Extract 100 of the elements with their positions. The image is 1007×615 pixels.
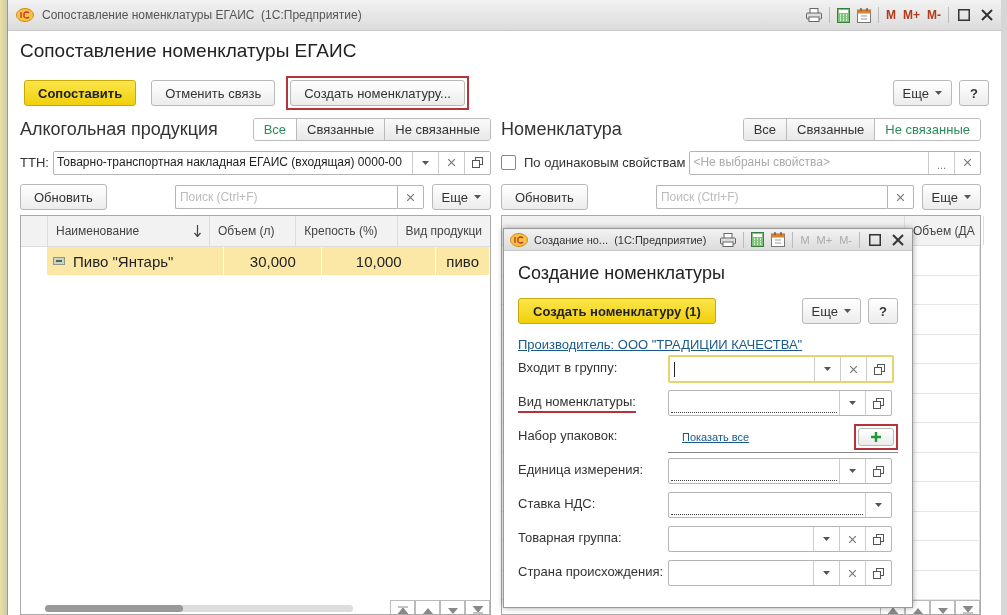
close-icon [849, 535, 856, 543]
create-button[interactable]: Создать номенклатуру (1) [518, 298, 716, 324]
caret-icon [844, 309, 851, 313]
choose-button[interactable]: ... [928, 151, 954, 174]
help-button[interactable]: ? [868, 298, 898, 324]
nav-button[interactable] [440, 600, 465, 614]
producer-link[interactable]: Производитель: ООО "ТРАДИЦИИ КАЧЕСТВА" [518, 337, 898, 352]
table-cell: 10,000 [355, 252, 402, 270]
app-logo-icon [510, 232, 528, 247]
window-title: Создание но... (1С:Предприятие) [534, 233, 707, 246]
calendar-icon [857, 7, 871, 23]
caret-icon [823, 537, 830, 541]
more-button[interactable]: Еще [431, 184, 491, 210]
field-label: Страна происхождения: [518, 563, 664, 581]
memory-button[interactable]: M+ [903, 8, 920, 22]
windows-icon [874, 363, 885, 375]
nav-button[interactable] [390, 600, 415, 614]
refresh-button[interactable]: Обновить [501, 184, 588, 210]
input-field[interactable] [668, 458, 892, 484]
clear-button[interactable] [396, 185, 424, 209]
filter-tab[interactable]: Все [743, 118, 787, 140]
more-button[interactable]: Еще [921, 184, 981, 210]
windows-icon [472, 157, 483, 168]
document-field[interactable]: Товарно-транспортная накладная ЕГАИС (входящая) 0000-00 [52, 150, 491, 175]
search-field[interactable]: Поиск (Ctrl+F) [174, 185, 397, 209]
toolbar-button[interactable]: Создать номенклатуру... [290, 80, 465, 106]
caret-icon [823, 571, 830, 575]
column-header[interactable]: Крепость (%) [296, 216, 398, 246]
item-icon [53, 257, 65, 265]
caret-icon [935, 91, 942, 95]
column-header[interactable]: Наименование [48, 216, 210, 246]
up-icon [912, 608, 923, 615]
field-label: Ставка НДС: [518, 495, 596, 513]
scrollbar[interactable] [45, 605, 353, 612]
input-field[interactable] [668, 390, 892, 416]
windows-icon [873, 465, 884, 477]
memory-button[interactable]: M- [927, 8, 941, 22]
field-label: ТТН: [20, 155, 49, 170]
form-title: Сопоставление номенклатуры ЕГАИС [20, 40, 358, 63]
caret-icon [849, 401, 856, 405]
caret-icon [474, 195, 481, 199]
input-field[interactable] [668, 560, 892, 586]
field-label: Товарная группа: [518, 529, 622, 547]
maximize-icon [958, 9, 970, 21]
search-field[interactable]: Поиск (Ctrl+F) [655, 185, 887, 209]
calculator-icon [837, 7, 850, 23]
more-button[interactable]: Еще [801, 298, 861, 324]
table-row[interactable]: Пиво "Янтарь" 30,000 10,000 пиво [21, 247, 490, 275]
toolbar-button[interactable]: Отменить связь [151, 80, 276, 106]
windows-icon [873, 533, 884, 545]
close-button[interactable] [979, 7, 995, 23]
section-title: Алкогольная продукция [20, 118, 219, 140]
maximize-button[interactable] [867, 231, 883, 248]
properties-field[interactable]: <Не выбраны свойства> ... [689, 150, 981, 175]
clear-button[interactable] [886, 185, 914, 209]
filter-tab[interactable]: Связанные [786, 118, 875, 140]
plus-icon [871, 431, 881, 442]
field-label: Набор упаковок: [518, 427, 618, 445]
show-all-link[interactable]: Показать все [682, 430, 750, 443]
input-field[interactable] [668, 492, 892, 518]
printer-icon [720, 232, 737, 247]
close-icon [896, 193, 904, 201]
filter-tab[interactable]: Не связанные [384, 118, 490, 140]
close-button[interactable] [890, 231, 906, 248]
input-field[interactable] [668, 526, 892, 552]
table-cell: Пиво "Янтарь" [73, 252, 174, 270]
close-icon [406, 193, 414, 201]
refresh-button[interactable]: Обновить [20, 184, 107, 210]
column-header[interactable]: Объем (л) [209, 216, 297, 246]
up-icon [422, 608, 433, 614]
match-button[interactable]: Сопоставить [24, 80, 137, 106]
input-field[interactable] [668, 355, 894, 383]
scroll-thumb[interactable] [45, 605, 183, 612]
close-icon [892, 233, 904, 246]
close-icon [849, 569, 856, 577]
column-header[interactable]: Вид продукци [397, 216, 490, 246]
more-button[interactable]: Еще [892, 80, 952, 106]
memory-button[interactable]: M [886, 8, 896, 22]
first-page-icon [887, 606, 898, 615]
maximize-button[interactable] [956, 7, 972, 23]
close-icon [850, 365, 857, 373]
close-icon [981, 9, 993, 21]
down-icon [937, 608, 948, 615]
last-page-icon [962, 606, 973, 615]
filter-tab[interactable]: Связанные [296, 118, 385, 140]
field-label: Единица измерения: [518, 461, 644, 479]
caret-icon [849, 469, 856, 473]
table-cell: пиво [446, 252, 479, 270]
checkbox[interactable] [501, 155, 516, 170]
app-logo-icon [16, 8, 34, 22]
window-title: Сопоставление номенклатуры ЕГАИС (1С:Предприятие) [42, 8, 362, 22]
field-label: Вид номенклатуры: [518, 393, 636, 413]
help-button[interactable]: ? [959, 80, 989, 106]
close-icon [448, 159, 455, 166]
nav-button[interactable] [465, 600, 490, 614]
printer-icon [806, 8, 822, 22]
nav-button[interactable] [955, 600, 980, 615]
nav-button[interactable] [415, 600, 440, 614]
nav-button[interactable] [930, 600, 955, 615]
filter-tab[interactable]: Не связанные [874, 118, 980, 140]
